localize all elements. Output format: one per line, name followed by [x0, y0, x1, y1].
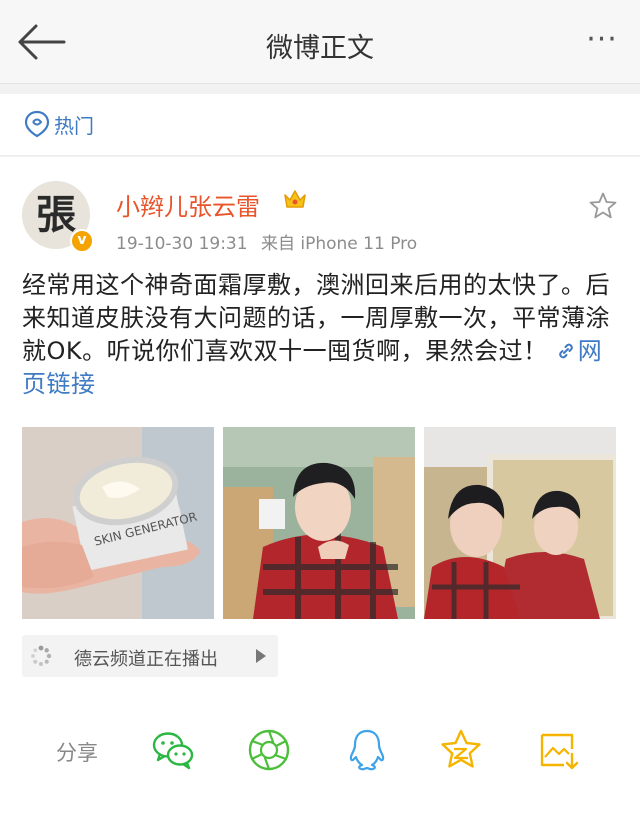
verified-badge-icon: v — [70, 229, 94, 253]
post-image-1[interactable]: SKIN GENERATOR — [22, 427, 214, 619]
hot-label[interactable]: 热门 — [54, 110, 94, 139]
share-label: 分享 — [56, 741, 98, 765]
avatar[interactable]: 張 v — [22, 181, 94, 253]
qq-penguin-icon[interactable] — [344, 727, 390, 773]
more-options-button[interactable]: ··· — [582, 25, 622, 55]
author-name[interactable]: 小辫儿张云雷 — [116, 187, 260, 222]
hot-tag-bar[interactable]: 热门 — [0, 94, 640, 156]
post-image-3[interactable] — [424, 427, 616, 619]
moments-shutter-icon[interactable] — [246, 727, 292, 773]
weibo-post-card: 張 v 小辫儿张云雷 19-10-30 19:31 来自 iPhone 11 P… — [0, 157, 640, 819]
channel-label[interactable]: 德云频道正在播出 — [74, 645, 218, 671]
post-meta: 19-10-30 19:31 来自 iPhone 11 Pro — [116, 229, 417, 254]
play-triangle-icon — [256, 649, 266, 663]
favorite-star-icon[interactable] — [588, 191, 618, 221]
page-title: 微博正文 — [266, 33, 374, 64]
loading-spinner-icon — [31, 645, 52, 666]
save-image-icon[interactable] — [536, 727, 582, 773]
post-image-2[interactable] — [223, 427, 415, 619]
crown-vip-icon — [284, 190, 306, 208]
top-bar: 微博正文 ··· — [0, 0, 640, 84]
post-body: 经常用这个神奇面霜厚敷，澳洲回来后用的太快了。后来知道皮肤没有大问题的话，一周厚… — [22, 269, 622, 401]
share-bar: 分享 — [0, 717, 640, 787]
link-icon — [559, 343, 573, 359]
wechat-icon[interactable] — [150, 727, 196, 773]
live-channel-chip[interactable]: 德云频道正在播出 — [22, 635, 278, 677]
post-source: 来自 iPhone 11 Pro — [260, 234, 418, 254]
location-pin-icon — [24, 110, 50, 138]
post-text: 经常用这个神奇面霜厚敷，澳洲回来后用的太快了。后来知道皮肤没有大问题的话，一周厚… — [22, 271, 610, 365]
qzone-star-icon[interactable] — [438, 727, 484, 773]
post-timestamp: 19-10-30 19:31 — [116, 234, 248, 254]
